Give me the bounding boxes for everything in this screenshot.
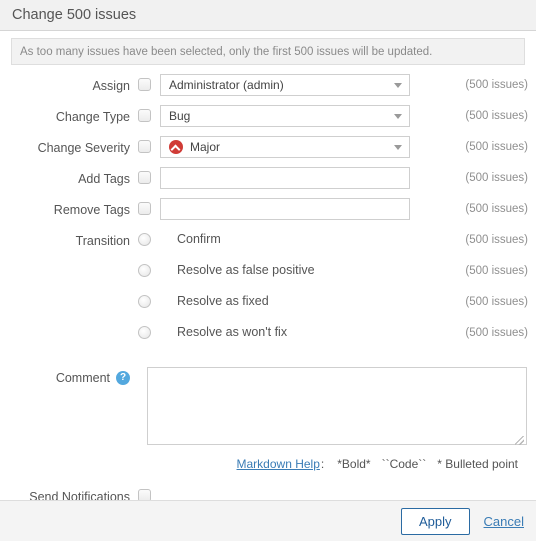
bulk-change-form: Assign Administrator (admin) (500 issues… — [0, 65, 536, 516]
dialog-title: Change 500 issues — [12, 7, 137, 23]
transition-label-spacer — [0, 322, 130, 327]
chevron-down-icon — [394, 144, 402, 150]
field-row-transition-0: Transition Confirm (500 issues) — [0, 229, 536, 260]
comment-control — [130, 367, 527, 448]
transition-count-2: (500 issues) — [465, 296, 528, 308]
apply-button[interactable]: Apply — [401, 507, 470, 535]
markdown-hint-bullet: * Bulleted point — [437, 457, 518, 471]
comment-label-group: Comment ? — [0, 367, 130, 385]
markdown-hint-code: ``Code`` — [381, 457, 427, 471]
add-tags-input[interactable] — [160, 167, 410, 189]
remove-tags-label: Remove Tags — [53, 203, 130, 217]
remove-tags-control — [130, 198, 440, 220]
add-tags-checkbox[interactable] — [138, 171, 151, 184]
transition-option-1[interactable]: Resolve as false positive — [130, 260, 440, 277]
change-type-label: Change Type — [55, 110, 130, 124]
transition-count-0: (500 issues) — [465, 234, 528, 246]
transition-label-spacer — [0, 260, 130, 265]
transition-option-0[interactable]: Confirm — [130, 229, 440, 246]
field-row-change-type: Change Type Bug (500 issues) — [0, 105, 536, 136]
markdown-help-row: Markdown Help : *Bold* ``Code`` * Bullet… — [0, 448, 536, 471]
change-type-control: Bug — [130, 105, 440, 127]
send-notifications-count-spacer — [440, 485, 536, 490]
remove-tags-count: (500 issues) — [465, 203, 528, 215]
change-severity-checkbox[interactable] — [138, 140, 151, 153]
assign-select[interactable]: Administrator (admin) — [160, 74, 410, 96]
chevron-down-icon — [394, 113, 402, 119]
field-row-remove-tags: Remove Tags (500 issues) — [0, 198, 536, 229]
field-row-transition-3: Resolve as won't fix (500 issues) — [0, 322, 536, 353]
change-severity-count: (500 issues) — [465, 141, 528, 153]
field-row-add-tags: Add Tags (500 issues) — [0, 167, 536, 198]
comment-count-spacer — [527, 367, 536, 372]
chevron-down-icon — [394, 82, 402, 88]
transition-radio-0[interactable] — [138, 233, 151, 246]
add-tags-count: (500 issues) — [465, 172, 528, 184]
assign-count: (500 issues) — [465, 79, 528, 91]
transition-option-label-1: Resolve as false positive — [177, 263, 315, 277]
remove-tags-checkbox[interactable] — [138, 202, 151, 215]
markdown-hint-bold: *Bold* — [337, 457, 371, 471]
remove-tags-input[interactable] — [160, 198, 410, 220]
transition-label: Transition — [75, 234, 130, 248]
transition-option-2[interactable]: Resolve as fixed — [130, 291, 440, 308]
add-tags-label: Add Tags — [78, 172, 130, 186]
cancel-link[interactable]: Cancel — [484, 514, 524, 529]
comment-textarea[interactable] — [147, 367, 527, 445]
field-row-assign: Assign Administrator (admin) (500 issues… — [0, 74, 536, 105]
dialog-footer: Apply Cancel — [0, 500, 536, 541]
assign-select-value: Administrator (admin) — [169, 78, 284, 92]
change-type-count: (500 issues) — [465, 110, 528, 122]
change-type-select[interactable]: Bug — [160, 105, 410, 127]
notice-container: As too many issues have been selected, o… — [0, 31, 536, 65]
transition-count-1: (500 issues) — [465, 265, 528, 277]
assign-checkbox[interactable] — [138, 78, 151, 91]
add-tags-control — [130, 167, 440, 189]
transition-count-3: (500 issues) — [465, 327, 528, 339]
help-icon[interactable]: ? — [116, 371, 130, 385]
change-type-select-value: Bug — [169, 109, 191, 123]
markdown-help-link[interactable]: Markdown Help — [237, 457, 320, 471]
dialog-titlebar: Change 500 issues — [0, 0, 536, 31]
field-row-change-severity: Change Severity Major (500 issues) — [0, 136, 536, 167]
comment-label: Comment — [55, 371, 110, 385]
change-severity-label: Change Severity — [37, 141, 130, 155]
transition-label-spacer — [0, 291, 130, 296]
transition-radio-3[interactable] — [138, 326, 151, 339]
transition-option-label-0: Confirm — [177, 232, 221, 246]
change-type-checkbox[interactable] — [138, 109, 151, 122]
assign-control: Administrator (admin) — [130, 74, 440, 96]
field-row-comment: Comment ? — [0, 367, 536, 448]
transition-radio-1[interactable] — [138, 264, 151, 277]
change-severity-select[interactable]: Major — [160, 136, 410, 158]
transition-radio-2[interactable] — [138, 295, 151, 308]
change-severity-control: Major — [130, 136, 440, 158]
assign-label: Assign — [92, 79, 130, 93]
transition-option-label-3: Resolve as won't fix — [177, 325, 288, 339]
notice-banner: As too many issues have been selected, o… — [11, 38, 525, 65]
comment-textarea-wrap — [138, 367, 527, 448]
field-row-transition-1: Resolve as false positive (500 issues) — [0, 260, 536, 291]
change-severity-value-text: Major — [190, 140, 221, 154]
markdown-help-colon: : — [320, 457, 325, 471]
field-row-transition-2: Resolve as fixed (500 issues) — [0, 291, 536, 322]
change-severity-select-value: Major — [169, 140, 394, 154]
transition-option-3[interactable]: Resolve as won't fix — [130, 322, 440, 339]
transition-option-label-2: Resolve as fixed — [177, 294, 269, 308]
severity-major-icon — [169, 140, 183, 154]
